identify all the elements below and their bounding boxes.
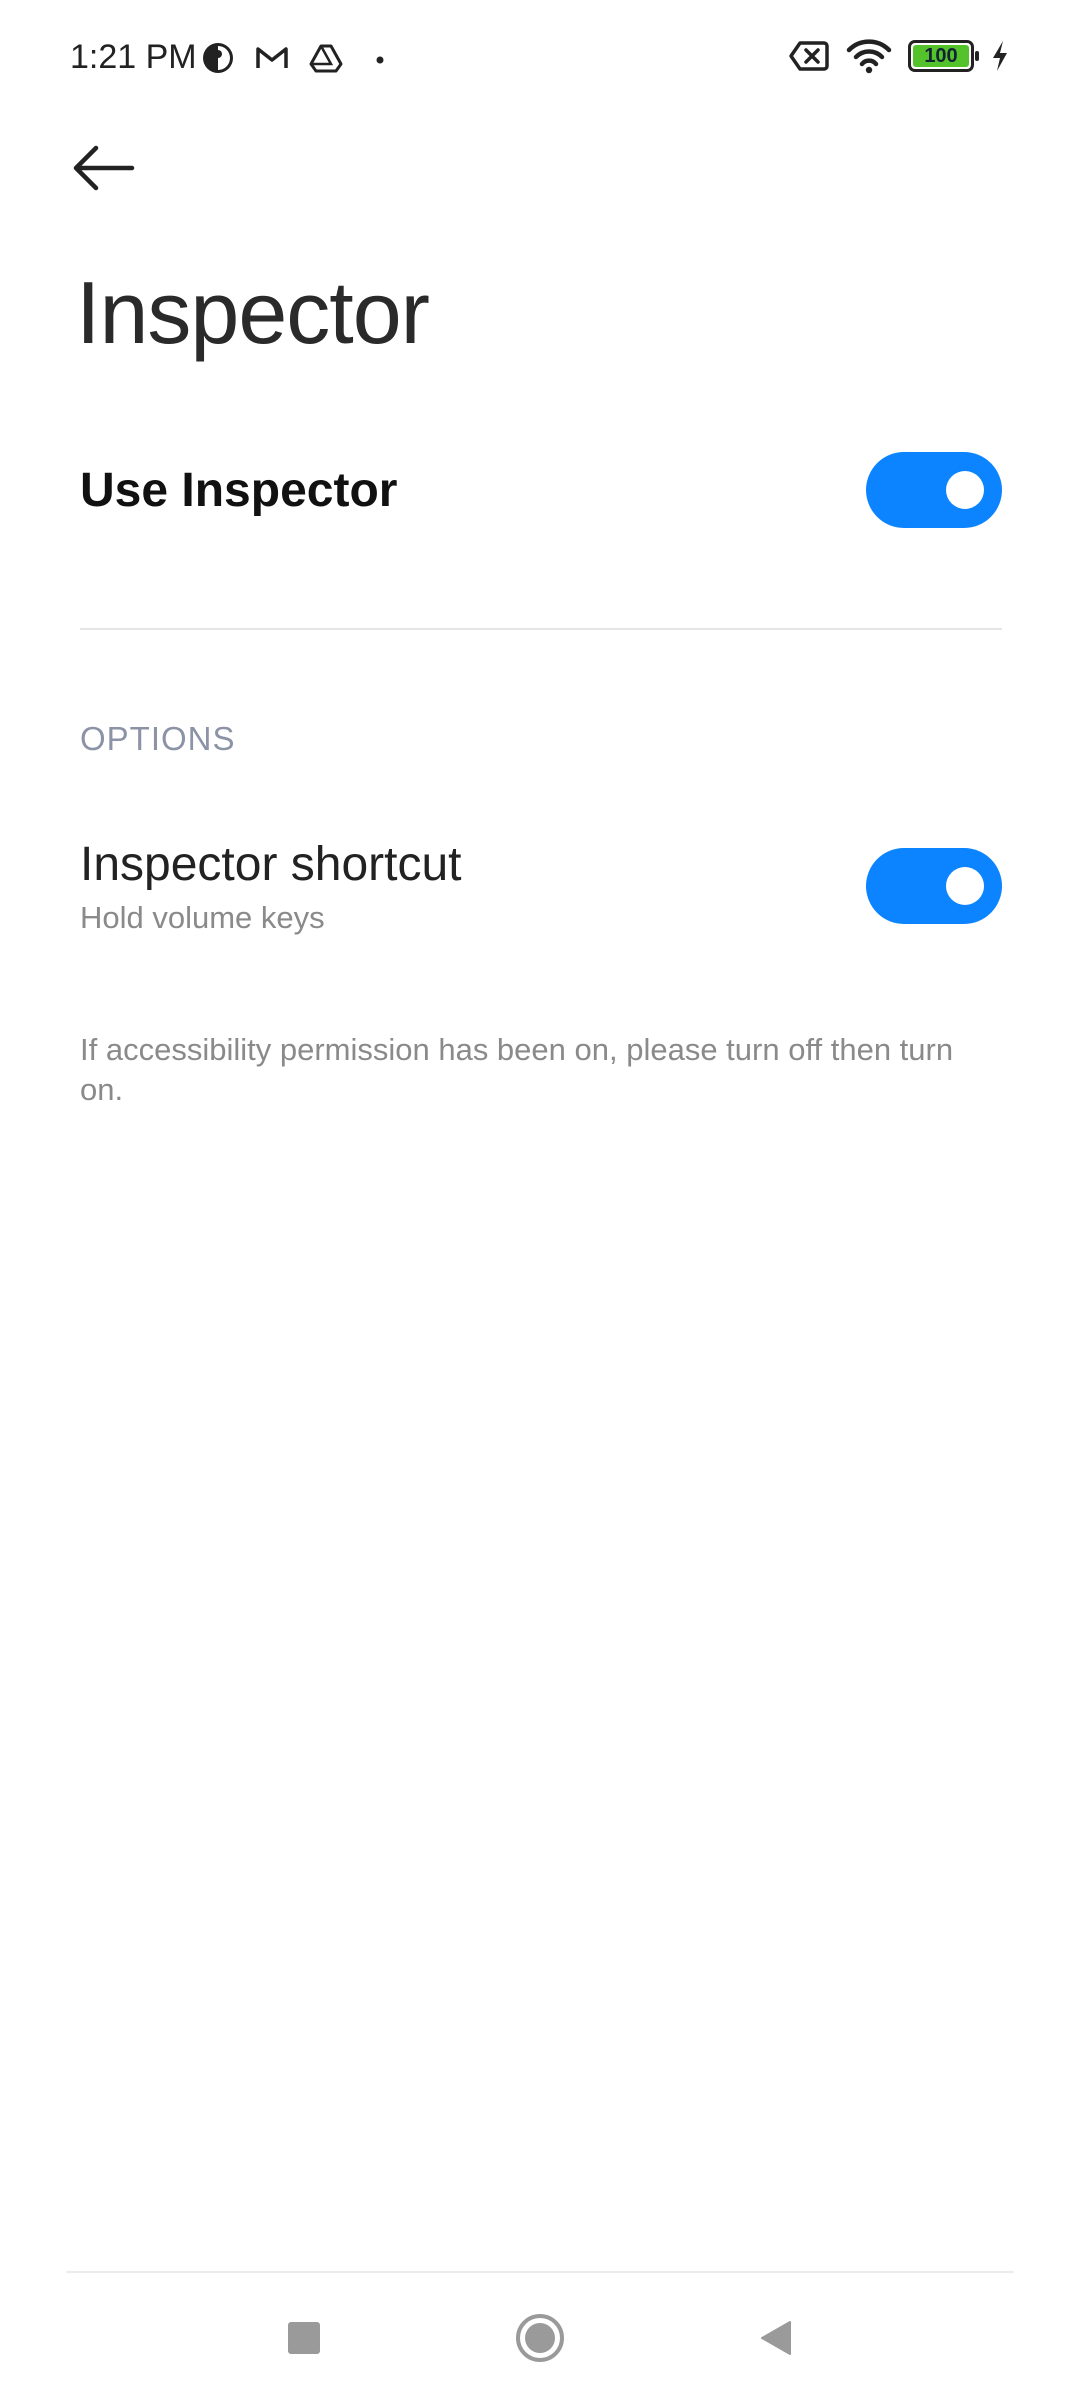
toggle-knob — [946, 471, 984, 509]
battery-level: 100 — [924, 44, 958, 67]
home-icon — [514, 2312, 566, 2369]
status-right-icons: 100 — [788, 38, 1010, 74]
home-button[interactable] — [510, 2310, 570, 2370]
inspector-shortcut-text: Inspector shortcut Hold volume keys — [80, 837, 462, 936]
system-back-button[interactable] — [746, 2310, 806, 2370]
no-sim-icon — [788, 38, 830, 74]
nav-divider — [66, 2271, 1014, 2273]
use-inspector-row[interactable]: Use Inspector — [80, 440, 1002, 540]
status-left-icons — [200, 40, 398, 76]
use-inspector-label: Use Inspector — [80, 463, 398, 517]
inspector-shortcut-row[interactable]: Inspector shortcut Hold volume keys — [80, 826, 1002, 946]
gmail-icon — [254, 40, 290, 76]
charging-icon — [990, 38, 1010, 74]
status-bar: 1:21 PM 100 — [0, 0, 1080, 120]
inspector-shortcut-label: Inspector shortcut — [80, 837, 462, 891]
back-button[interactable] — [70, 130, 160, 210]
app-notification-icon — [200, 40, 236, 76]
divider — [80, 628, 1002, 630]
inspector-shortcut-toggle[interactable] — [866, 848, 1002, 924]
drive-icon — [308, 40, 344, 76]
status-time: 1:21 PM — [70, 38, 197, 76]
inspector-shortcut-subtitle: Hold volume keys — [80, 899, 325, 935]
battery-icon: 100 — [908, 40, 979, 72]
options-section-header: OPTIONS — [80, 720, 236, 757]
toggle-knob — [946, 867, 984, 905]
navigation-bar — [0, 2290, 1080, 2380]
use-inspector-toggle[interactable] — [866, 452, 1002, 528]
recents-button[interactable] — [274, 2310, 334, 2370]
page-title: Inspector — [76, 263, 430, 362]
battery-tip — [975, 51, 979, 61]
dot-icon — [362, 40, 398, 76]
arrow-left-icon — [70, 143, 136, 198]
accessibility-note: If accessibility permission has been on,… — [80, 1032, 954, 1107]
back-icon — [756, 2318, 796, 2363]
recents-icon — [286, 2320, 322, 2361]
wifi-icon — [846, 38, 892, 74]
